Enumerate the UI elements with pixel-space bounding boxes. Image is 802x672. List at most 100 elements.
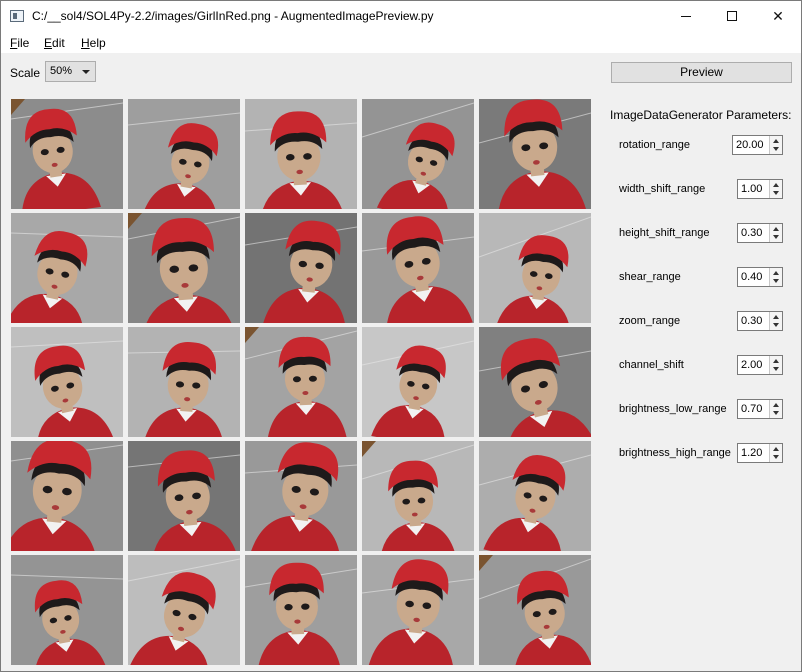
girl-in-red-image	[11, 555, 123, 665]
augmented-thumbnail	[11, 555, 123, 665]
param-label-channel-shift: channel_shift	[619, 359, 684, 371]
augmented-thumbnail	[128, 327, 240, 437]
girl-in-red-image	[11, 99, 123, 209]
augmented-thumbnail	[11, 99, 123, 209]
spin-arrows-icon[interactable]	[769, 180, 782, 198]
augmented-thumbnail	[245, 99, 357, 209]
girl-in-red-image	[245, 99, 357, 209]
augmented-thumbnail	[128, 441, 240, 551]
height-shift-range-value: 0.30	[741, 227, 763, 239]
girl-in-red-image	[362, 213, 474, 323]
augmented-thumbnail	[362, 441, 474, 551]
augmented-thumbnail	[128, 555, 240, 665]
app-window: C:/__sol4/SOL4Py-2.2/images/GirlInRed.pn…	[0, 0, 802, 672]
spin-arrows-icon[interactable]	[769, 268, 782, 286]
girl-in-red-image	[11, 327, 123, 437]
augmented-thumbnail	[362, 555, 474, 665]
girl-in-red-image	[245, 441, 357, 551]
girl-in-red-image	[128, 213, 240, 323]
girl-in-red-image	[479, 213, 591, 323]
girl-in-red-image	[362, 555, 474, 665]
minimize-icon	[681, 15, 691, 17]
param-label-width-shift-range: width_shift_range	[619, 183, 706, 195]
channel-shift-spinbox[interactable]: 2.00	[737, 355, 783, 375]
menu-help[interactable]: Help	[81, 36, 106, 50]
scale-label: Scale	[10, 66, 41, 80]
param-label-rotation-range: rotation_range	[619, 139, 690, 151]
augmented-thumbnail	[245, 327, 357, 437]
girl-in-red-image	[11, 213, 123, 323]
brightness-low-range-value: 0.70	[741, 403, 763, 415]
girl-in-red-image	[479, 327, 591, 437]
augmented-thumbnail	[362, 213, 474, 323]
spin-arrows-icon[interactable]	[769, 224, 782, 242]
menu-file[interactable]: File	[10, 36, 29, 50]
channel-shift-value: 2.00	[741, 359, 763, 371]
girl-in-red-image	[245, 555, 357, 665]
augmented-thumbnail	[362, 99, 474, 209]
girl-in-red-image	[362, 99, 474, 209]
width-shift-range-spinbox[interactable]: 1.00	[737, 179, 783, 199]
brightness-high-range-value: 1.20	[741, 447, 763, 459]
spin-arrows-icon[interactable]	[769, 356, 782, 374]
spin-arrows-icon[interactable]	[769, 312, 782, 330]
brightness-low-range-spinbox[interactable]: 0.70	[737, 399, 783, 419]
augmented-thumbnail	[479, 555, 591, 665]
menu-bar: File Edit Help	[1, 31, 801, 53]
params-title: ImageDataGenerator Parameters:	[610, 108, 792, 122]
augmented-image-grid	[11, 99, 591, 665]
augmented-thumbnail	[11, 213, 123, 323]
girl-in-red-image	[128, 99, 240, 209]
param-label-height-shift-range: height_shift_range	[619, 227, 710, 239]
augmented-thumbnail	[479, 327, 591, 437]
spin-arrows-icon[interactable]	[769, 136, 782, 154]
girl-in-red-image	[362, 441, 474, 551]
brightness-high-range-spinbox[interactable]: 1.20	[737, 443, 783, 463]
augmented-thumbnail	[128, 99, 240, 209]
augmented-thumbnail	[11, 327, 123, 437]
param-label-brightness-low-range: brightness_low_range	[619, 403, 727, 415]
maximize-icon	[727, 11, 737, 21]
augmented-thumbnail	[245, 441, 357, 551]
width-shift-range-value: 1.00	[741, 183, 763, 195]
augmented-thumbnail	[362, 327, 474, 437]
spin-arrows-icon[interactable]	[769, 400, 782, 418]
scale-dropdown[interactable]: 50%	[45, 61, 96, 82]
rotation-range-value: 20.00	[736, 139, 764, 151]
height-shift-range-spinbox[interactable]: 0.30	[737, 223, 783, 243]
zoom-range-spinbox[interactable]: 0.30	[737, 311, 783, 331]
girl-in-red-image	[479, 555, 591, 665]
girl-in-red-image	[479, 441, 591, 551]
zoom-range-value: 0.30	[741, 315, 763, 327]
augmented-thumbnail	[479, 441, 591, 551]
shear-range-value: 0.40	[741, 271, 763, 283]
girl-in-red-image	[479, 99, 591, 209]
girl-in-red-image	[245, 213, 357, 323]
app-icon	[10, 10, 24, 22]
rotation-range-spinbox[interactable]: 20.00	[732, 135, 783, 155]
augmented-thumbnail	[479, 213, 591, 323]
augmented-thumbnail	[479, 99, 591, 209]
window-title: C:/__sol4/SOL4Py-2.2/images/GirlInRed.pn…	[32, 9, 434, 23]
param-label-shear-range: shear_range	[619, 271, 681, 283]
spin-arrows-icon[interactable]	[769, 444, 782, 462]
title-bar: C:/__sol4/SOL4Py-2.2/images/GirlInRed.pn…	[1, 1, 801, 31]
menu-edit[interactable]: Edit	[44, 36, 65, 50]
param-label-brightness-high-range: brightness_high_range	[619, 447, 731, 459]
minimize-button[interactable]	[663, 1, 709, 31]
param-label-zoom-range: zoom_range	[619, 315, 681, 327]
augmented-thumbnail	[245, 555, 357, 665]
shear-range-spinbox[interactable]: 0.40	[737, 267, 783, 287]
girl-in-red-image	[128, 327, 240, 437]
augmented-thumbnail	[11, 441, 123, 551]
girl-in-red-image	[362, 327, 474, 437]
close-button[interactable]: ✕	[755, 1, 801, 31]
maximize-button[interactable]	[709, 1, 755, 31]
girl-in-red-image	[128, 555, 240, 665]
augmented-thumbnail	[245, 213, 357, 323]
scale-value: 50%	[50, 65, 73, 77]
preview-button[interactable]: Preview	[611, 62, 792, 83]
close-icon: ✕	[772, 7, 784, 24]
girl-in-red-image	[11, 441, 123, 551]
chevron-down-icon	[82, 70, 90, 74]
